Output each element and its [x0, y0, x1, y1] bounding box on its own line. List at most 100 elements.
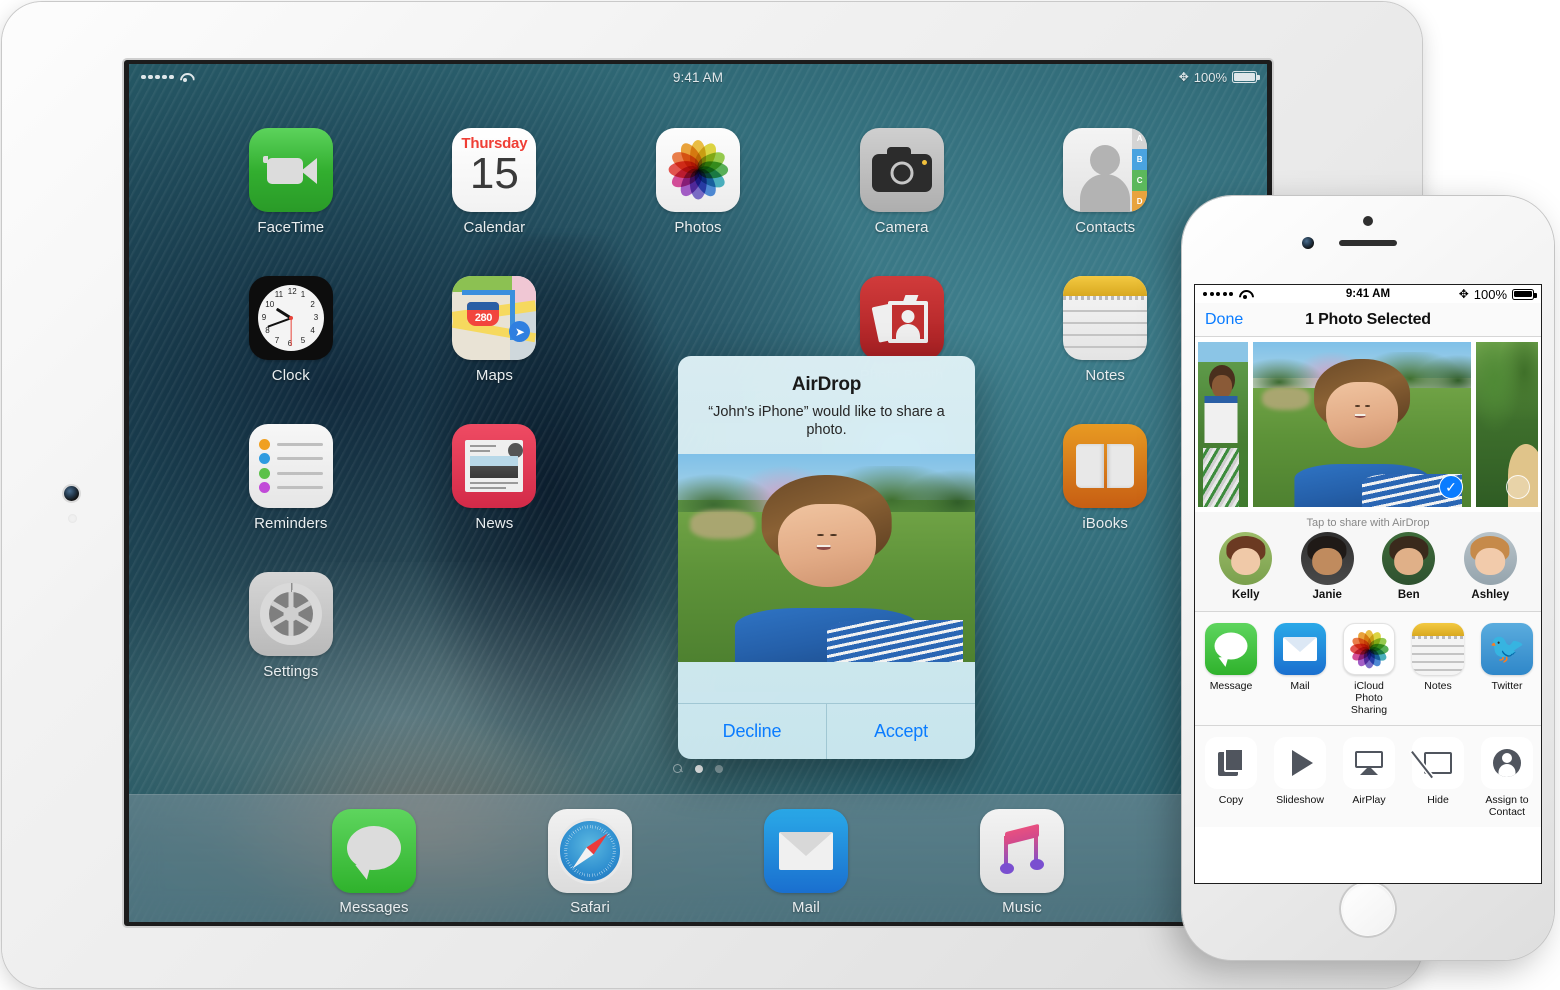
page-dot-2[interactable] — [715, 765, 723, 773]
app-notes[interactable]: Notes — [1003, 276, 1207, 384]
dock-label: Messages — [339, 899, 409, 916]
camera-icon — [859, 128, 944, 212]
music-icon — [980, 809, 1064, 893]
clock-hour-number: 5 — [300, 335, 306, 345]
app-label: Contacts — [1075, 219, 1136, 236]
calendar-icon: Thursday 15 — [452, 128, 537, 212]
avatar — [1300, 532, 1354, 585]
contact-name: Janie — [1312, 589, 1342, 601]
facetime-icon — [248, 128, 333, 212]
airdrop-contact-janie[interactable]: Janie — [1300, 532, 1354, 601]
iphone-earpiece-speaker — [1339, 240, 1397, 246]
contact-name: Ashley — [1471, 589, 1510, 601]
iphone-nav-bar: Done 1 Photo Selected — [1195, 303, 1541, 337]
route-number: 280 — [474, 312, 493, 324]
twitter-icon: 🐦 — [1481, 623, 1533, 675]
action-label: AirPlay — [1352, 794, 1386, 806]
calendar-day: 15 — [469, 149, 519, 198]
action-assign-to-contact[interactable]: Assign to Contact — [1479, 737, 1535, 818]
ipad-status-bar: 9:41 AM ✥ 100% — [129, 64, 1267, 90]
share-app-twitter[interactable]: 🐦 Twitter — [1479, 623, 1535, 716]
battery-icon — [1232, 71, 1260, 83]
airdrop-photo-preview — [678, 454, 975, 662]
action-label: Copy — [1218, 794, 1244, 806]
dock-item-mail[interactable]: Mail — [764, 809, 848, 916]
app-news[interactable]: News — [393, 424, 597, 532]
accept-button[interactable]: Accept — [826, 704, 975, 759]
app-contacts[interactable]: A B C D Contacts — [1003, 128, 1207, 236]
airdrop-contact-ben[interactable]: Ben — [1382, 532, 1436, 601]
clock-hour-number: 2 — [310, 300, 315, 309]
ipad-screen: 9:41 AM ✥ 100% FaceTime Thursday 15 Cale… — [129, 64, 1267, 922]
share-app-message[interactable]: Message — [1203, 623, 1259, 716]
dock-item-music[interactable]: Music — [980, 809, 1064, 916]
clock-center-pin — [288, 316, 293, 320]
iphone-status-bar: 9:41 AM ✥ 100% — [1195, 285, 1541, 303]
share-app-icloud-photo-sharing[interactable]: iCloud Photo Sharing — [1341, 623, 1397, 716]
contacts-tab-d: D — [1132, 191, 1148, 212]
safari-icon — [548, 809, 632, 893]
airplay-icon — [1343, 737, 1395, 789]
share-app-notes[interactable]: Notes — [1410, 623, 1466, 716]
app-ibooks[interactable]: iBooks — [1003, 424, 1207, 532]
clock-hour-number: 1 — [300, 290, 306, 300]
photo-thumbnail[interactable] — [1198, 342, 1248, 507]
done-button[interactable]: Done — [1205, 311, 1243, 329]
messages-icon — [1205, 623, 1257, 675]
app-label: Clock — [271, 367, 310, 384]
app-camera[interactable]: Camera — [800, 128, 1004, 236]
share-app-label: Message — [1209, 680, 1253, 692]
app-label: iBooks — [1082, 515, 1128, 532]
action-copy[interactable]: Copy — [1203, 737, 1259, 818]
dock-label: Safari — [570, 899, 610, 916]
dock-item-messages[interactable]: Messages — [332, 809, 416, 916]
share-app-label: Twitter — [1491, 680, 1523, 692]
contacts-icon: A B C D — [1063, 128, 1148, 212]
ipad-dock: Messages Safari Mail Music — [129, 794, 1267, 922]
app-photos[interactable]: Photos — [596, 128, 800, 236]
airdrop-contact-ashley[interactable]: Ashley — [1463, 532, 1517, 601]
app-label: Notes — [1085, 367, 1126, 384]
wifi-icon — [179, 72, 192, 83]
airdrop-contact-kelly[interactable]: Kelly — [1219, 532, 1273, 601]
iphone-home-button[interactable] — [1339, 880, 1397, 938]
photo-thumbnail-selected[interactable]: ✓ — [1253, 342, 1471, 507]
iphone-front-camera-icon — [1302, 237, 1314, 249]
page-title: 1 Photo Selected — [1305, 310, 1431, 328]
ipad-clock-time: 9:41 AM — [672, 69, 724, 85]
action-slideshow[interactable]: Slideshow — [1272, 737, 1328, 818]
airdrop-message: “John's iPhone” would like to share a ph… — [708, 404, 945, 438]
action-airplay[interactable]: AirPlay — [1341, 737, 1397, 818]
selected-checkmark-icon: ✓ — [1439, 475, 1463, 499]
clock-hour-number: 10 — [265, 300, 275, 309]
app-label: Maps — [475, 367, 513, 384]
airdrop-hint: Tap to share with AirDrop — [1195, 512, 1541, 532]
app-clock[interactable]: 123456789101112 Clock — [189, 276, 393, 384]
avatar — [1382, 532, 1436, 585]
iphone-proximity-sensor-icon — [1363, 216, 1373, 226]
app-settings[interactable]: Settings — [189, 572, 393, 680]
page-dot-1[interactable] — [695, 765, 703, 773]
app-calendar[interactable]: Thursday 15 Calendar — [393, 128, 597, 236]
signal-dots-icon — [141, 74, 174, 80]
dock-item-safari[interactable]: Safari — [548, 809, 632, 916]
action-label: Slideshow — [1276, 794, 1324, 806]
contacts-tab-a: A — [1132, 128, 1148, 149]
ibooks-icon — [1063, 424, 1148, 508]
route-shield: 280 — [467, 302, 500, 326]
share-app-label: Notes — [1424, 680, 1452, 692]
photo-thumbnail[interactable] — [1476, 342, 1538, 507]
notes-icon — [1412, 623, 1464, 675]
share-app-mail[interactable]: Mail — [1272, 623, 1328, 716]
avatar — [1463, 532, 1517, 585]
search-icon[interactable] — [673, 764, 683, 774]
decline-button[interactable]: Decline — [678, 704, 826, 759]
app-maps[interactable]: 280 ➤ Maps — [393, 276, 597, 384]
contacts-tab-c: C — [1132, 170, 1148, 191]
airdrop-dialog: AirDrop “John's iPhone” would like to sh… — [678, 356, 975, 759]
action-hide[interactable]: Hide — [1410, 737, 1466, 818]
ipad-ambient-sensor-icon — [68, 514, 77, 523]
app-reminders[interactable]: Reminders — [189, 424, 393, 532]
app-facetime[interactable]: FaceTime — [189, 128, 393, 236]
iphone-battery-percent: 100% — [1473, 286, 1507, 302]
